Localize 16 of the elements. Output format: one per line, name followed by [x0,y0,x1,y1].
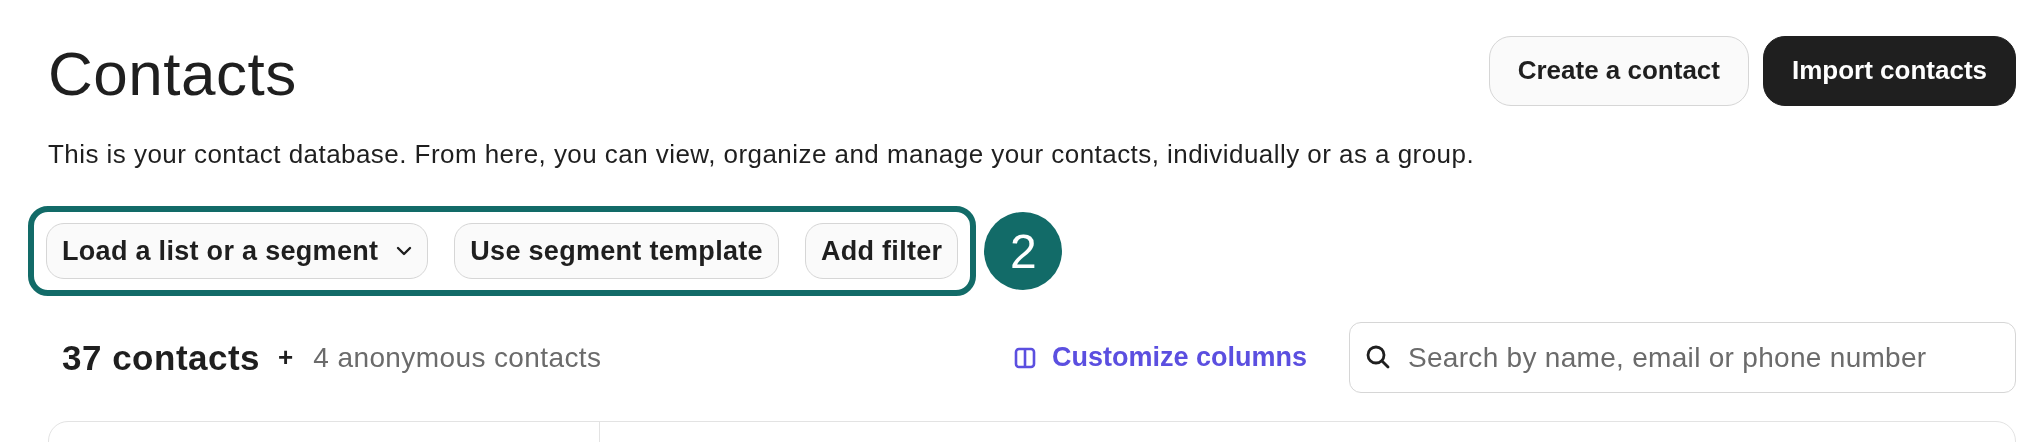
page-title: Contacts [48,38,297,109]
chevron-down-icon [396,246,413,256]
step-badge: 2 [984,212,1063,290]
anonymous-count: 4 anonymous contacts [313,341,602,374]
contact-count: 37 contacts [62,337,261,378]
create-button[interactable]: Create a contact [1488,35,1749,106]
search-field[interactable]: Search by name, email or phone number [1349,322,2016,393]
import-button[interactable]: Import contacts [1762,35,2016,106]
list-dropdown[interactable]: Load a list or a segment [46,223,429,279]
page-description: This is your contact database. From here, you can view, organize and manage your contacts, individually or as a group. [48,139,1476,170]
customize-columns-link[interactable]: Customize columns [1013,342,1307,373]
columns-icon [1013,346,1036,369]
filter-button[interactable]: Add filter [804,223,959,279]
plus-sign: + [278,342,294,373]
search-icon [1365,344,1391,370]
filter-button[interactable]: Use segment template [454,223,779,279]
